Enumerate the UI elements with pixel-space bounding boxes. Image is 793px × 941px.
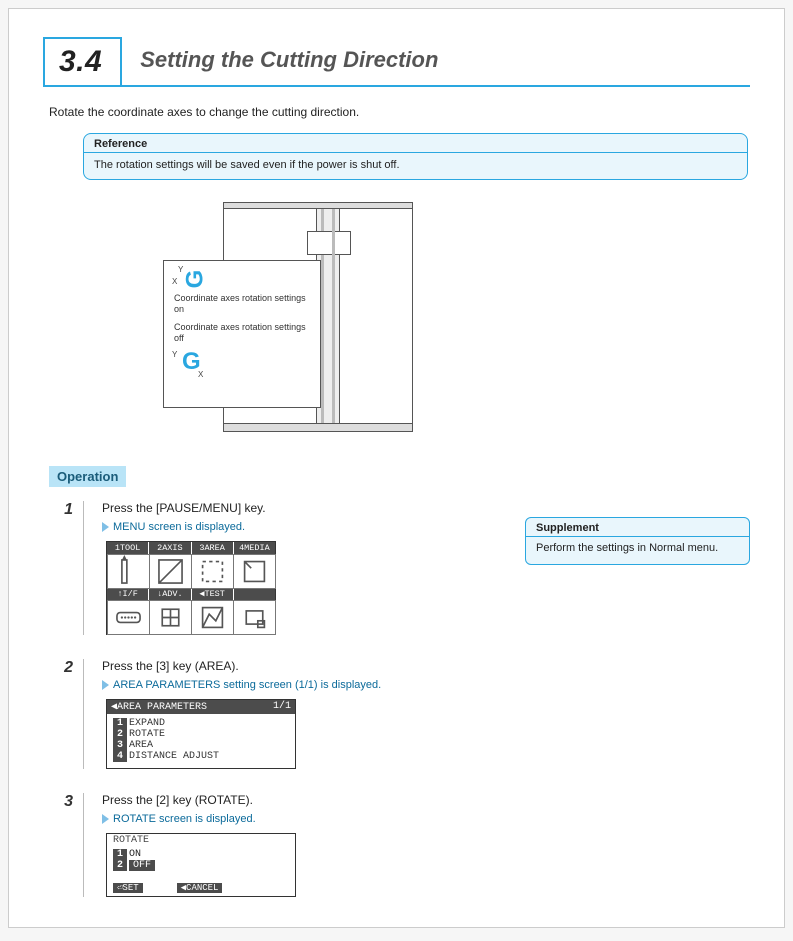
area-icon [191,554,234,589]
step-2: 2 Press the [3] key (AREA). AREA PARAMET… [53,659,750,769]
step-sub: ROTATE screen is displayed. [102,813,750,825]
blank-icon [233,600,276,635]
test-icon [191,600,234,635]
step-number: 3 [53,793,83,897]
if-icon [107,600,150,635]
section-header: 3.4 Setting the Cutting Direction [43,37,750,87]
adv-icon [149,600,192,635]
reference-box: Reference The rotation settings will be … [83,133,748,180]
lcd-foot-cancel: ◀CANCEL [177,883,223,893]
supplement-box: Supplement Perform the settings in Norma… [525,517,750,565]
triangle-icon [102,680,109,690]
menu-tab: 1TOOL [107,542,149,554]
lcd-item: 2ROTATE [113,729,289,740]
supplement-body: Perform the settings in Normal menu. [526,537,749,564]
triangle-icon [102,522,109,532]
lcd-foot-set: ⏎SET [113,883,143,893]
step-number: 2 [53,659,83,769]
step-title: Press the [PAUSE/MENU] key. [102,501,750,515]
lcd-item: 1EXPAND [113,718,289,729]
step-title: Press the [3] key (AREA). [102,659,750,673]
axis-normal-icon: Y G X [172,350,314,380]
menu-tab: 2AXIS [149,542,191,554]
diagram-overlay: Y X G Coordinate axes rotation settings … [163,260,321,408]
reference-label: Reference [84,134,747,153]
supplement-label: Supplement [526,518,749,537]
lcd-header-right: 1/1 [273,701,291,713]
area-parameters-lcd: ◀AREA PARAMETERS 1/1 1EXPAND 2ROTATE 3AR… [106,699,296,769]
menu-screen-lcd: 1TOOL 2AXIS 3AREA 4MEDIA ↑I/F ↓ADV. [106,541,276,635]
lcd-item: 4DISTANCE ADJUST [113,751,289,762]
rotate-lcd: ROTATE 1ON 2OFF ⏎SET ◀CANCEL [106,833,296,897]
operation-heading: Operation [49,466,126,487]
media-icon [233,554,276,589]
lcd-item: 1ON [113,849,289,860]
manual-page: 3.4 Setting the Cutting Direction Rotate… [8,8,785,928]
axis-rotated-icon: Y X G [172,267,314,289]
menu-tab: 3AREA [192,542,234,554]
section-title: Setting the Cutting Direction [140,41,438,81]
menu-tab: 4MEDIA [234,542,275,554]
caption-on: Coordinate axes rotation settings on [174,293,314,316]
caption-off: Coordinate axes rotation settings off [174,322,314,345]
step-number: 1 [53,501,83,635]
lcd-header: ROTATE [107,834,295,847]
triangle-icon [102,814,109,824]
lcd-header-left: ◀AREA PARAMETERS [111,701,207,713]
section-number-box: 3.4 [43,37,122,87]
g-rotated-icon: G [181,270,209,289]
step-sub: AREA PARAMETERS setting screen (1/1) is … [102,679,750,691]
step-3: 3 Press the [2] key (ROTATE). ROTATE scr… [53,793,750,897]
lcd-item: 3AREA [113,740,289,751]
step-title: Press the [2] key (ROTATE). [102,793,750,807]
axis-icon [149,554,192,589]
lcd-item-selected: 2OFF [113,860,289,871]
coordinate-diagram: Y X G Coordinate axes rotation settings … [163,202,413,432]
reference-body: The rotation settings will be saved even… [84,153,747,179]
intro-text: Rotate the coordinate axes to change the… [49,105,750,119]
section-number: 3.4 [59,45,102,79]
tool-icon [107,554,150,589]
